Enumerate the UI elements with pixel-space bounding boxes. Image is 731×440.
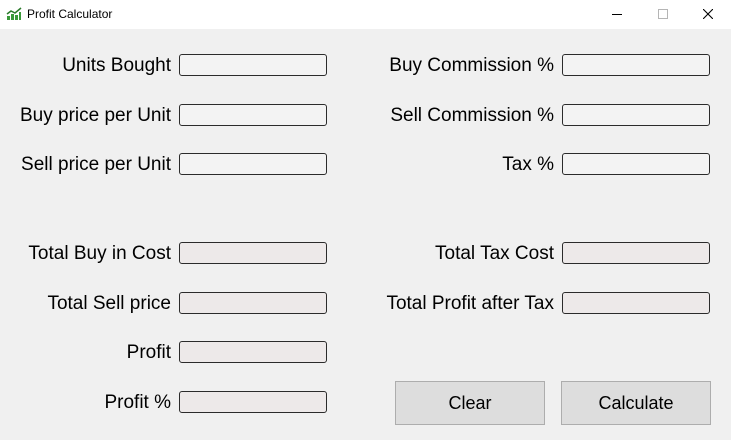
buy-commission-label: Buy Commission % bbox=[389, 55, 554, 76]
window-title: Profit Calculator bbox=[27, 7, 113, 21]
units-bought-label: Units Bought bbox=[62, 55, 171, 76]
profit-label: Profit bbox=[126, 342, 171, 363]
title-bar[interactable]: Profit Calculator bbox=[0, 0, 731, 29]
total-sell-price-field[interactable] bbox=[179, 292, 327, 314]
calculate-button[interactable]: Calculate bbox=[561, 381, 711, 425]
total-tax-cost-field[interactable] bbox=[562, 242, 710, 264]
total-sell-price-label: Total Sell price bbox=[47, 293, 171, 314]
buy-commission-input[interactable] bbox=[562, 54, 710, 76]
total-profit-after-tax-field[interactable] bbox=[562, 292, 710, 314]
sell-commission-label: Sell Commission % bbox=[390, 105, 554, 126]
profit-field[interactable] bbox=[179, 341, 327, 363]
total-tax-cost-label: Total Tax Cost bbox=[435, 243, 554, 264]
chart-icon bbox=[6, 7, 22, 21]
close-button[interactable] bbox=[685, 0, 731, 29]
sell-price-label: Sell price per Unit bbox=[21, 154, 171, 175]
buy-price-label: Buy price per Unit bbox=[19, 105, 171, 126]
close-icon bbox=[703, 9, 713, 19]
maximize-icon bbox=[658, 9, 668, 19]
tax-label: Tax % bbox=[502, 154, 554, 175]
profit-percent-field[interactable] bbox=[179, 391, 327, 413]
maximize-button[interactable] bbox=[640, 0, 686, 29]
total-buy-cost-field[interactable] bbox=[179, 242, 327, 264]
tax-input[interactable] bbox=[562, 153, 710, 175]
total-buy-cost-label: Total Buy in Cost bbox=[28, 243, 171, 264]
clear-button[interactable]: Clear bbox=[395, 381, 545, 425]
profit-percent-label: Profit % bbox=[104, 392, 171, 413]
buy-price-input[interactable] bbox=[179, 104, 327, 126]
units-bought-input[interactable] bbox=[179, 54, 327, 76]
minimize-button[interactable] bbox=[594, 0, 640, 29]
total-profit-after-tax-label: Total Profit after Tax bbox=[386, 293, 554, 314]
sell-price-input[interactable] bbox=[179, 153, 327, 175]
minimize-icon bbox=[612, 14, 622, 15]
sell-commission-input[interactable] bbox=[562, 104, 710, 126]
